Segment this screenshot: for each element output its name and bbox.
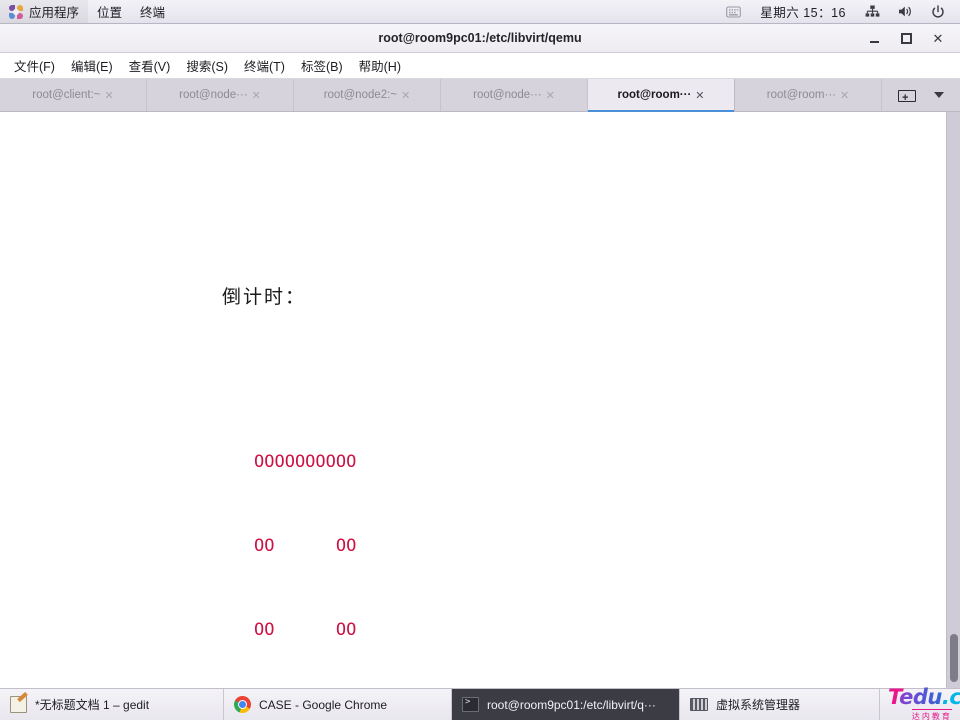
taskbar-item-virt-manager[interactable]: 虚拟系统管理器 <box>680 689 880 720</box>
window-controls: ✕ <box>866 30 960 46</box>
new-tab-icon[interactable] <box>898 88 914 102</box>
system-tray: 星期六 15：16 <box>717 0 960 23</box>
tab-close-icon[interactable]: ✕ <box>546 89 555 102</box>
ascii-art-row: OOOOOOOOOO <box>2 448 946 476</box>
places-menu-label: 位置 <box>97 2 122 21</box>
places-menu[interactable]: 位置 <box>88 0 131 23</box>
taskbar-item-label: root@room9pc01:/etc/libvirt/q··· <box>487 698 656 712</box>
taskbar-item-label: CASE - Google Chrome <box>259 698 387 712</box>
applications-menu[interactable]: 应用程序 <box>0 0 88 23</box>
tab-root-room-active[interactable]: root@room··· ✕ <box>588 79 735 111</box>
minimize-button[interactable] <box>866 30 882 46</box>
tab-close-icon[interactable]: ✕ <box>252 89 261 102</box>
menu-search[interactable]: 搜索(S) <box>178 54 236 77</box>
taskbar-item-terminal[interactable]: root@room9pc01:/etc/libvirt/q··· <box>452 689 680 720</box>
logo-t: T <box>888 685 899 709</box>
countdown-label: 倒计时： <box>2 282 946 312</box>
tab-root-client[interactable]: root@client:~ ✕ <box>0 79 147 111</box>
applications-menu-label: 应用程序 <box>29 2 79 21</box>
clock[interactable]: 星期六 15：16 <box>750 0 856 23</box>
tab-label: root@room··· <box>767 89 836 101</box>
taskbar-item-label: 虚拟系统管理器 <box>716 696 800 713</box>
taskbar: *无标题文档 1 – gedit CASE - Google Chrome ro… <box>0 688 960 720</box>
taskbar-item-gedit[interactable]: *无标题文档 1 – gedit <box>0 689 224 720</box>
virt-manager-icon <box>690 698 708 711</box>
menu-edit[interactable]: 编辑(E) <box>63 54 121 77</box>
logo-text: Tedu.cn <box>888 687 960 708</box>
tab-root-node-b[interactable]: root@node··· ✕ <box>441 79 588 111</box>
power-icon[interactable] <box>922 0 954 23</box>
menu-view[interactable]: 查看(V) <box>121 54 179 77</box>
terminal-menu-label: 终端 <box>140 2 165 21</box>
clock-label: 星期六 15：16 <box>760 2 846 21</box>
logo-subtitle: 达内教育 <box>912 709 952 722</box>
tab-label: root@node··· <box>473 89 542 101</box>
scrollbar-thumb[interactable] <box>950 634 958 682</box>
volume-icon[interactable] <box>889 0 922 23</box>
tab-root-node2[interactable]: root@node2:~ ✕ <box>294 79 441 111</box>
keyboard-icon[interactable] <box>717 0 750 23</box>
output-top-spacer <box>2 174 946 226</box>
tab-root-node[interactable]: root@node··· ✕ <box>147 79 294 111</box>
menu-file[interactable]: 文件(F) <box>6 54 63 77</box>
tab-label: root@room··· <box>617 89 691 101</box>
chrome-icon <box>234 696 251 713</box>
logo-edu: edu <box>899 685 942 709</box>
tab-close-icon[interactable]: ✕ <box>840 89 849 102</box>
maximize-button[interactable] <box>898 30 914 46</box>
power-icon-glyph <box>931 5 945 19</box>
tab-close-icon[interactable]: ✕ <box>401 89 410 102</box>
menu-tabs[interactable]: 标签(B) <box>293 54 351 77</box>
output-gap <box>2 368 946 392</box>
terminal-output[interactable]: 倒计时： OOOOOOOOOO OO OO OO OO OO OO OO OO … <box>0 112 946 688</box>
tedu-watermark-logo: Tedu.cn 达内教育 <box>880 689 960 720</box>
tab-root-room-b[interactable]: root@room··· ✕ <box>735 79 882 111</box>
taskbar-item-label: *无标题文档 1 – gedit <box>35 696 149 713</box>
taskbar-item-chrome[interactable]: CASE - Google Chrome <box>224 689 452 720</box>
ascii-art-row: OO OO <box>2 532 946 560</box>
terminal-body[interactable]: 倒计时： OOOOOOOOOO OO OO OO OO OO OO OO OO … <box>0 112 960 688</box>
window-titlebar[interactable]: root@room9pc01:/etc/libvirt/qemu ✕ <box>0 24 960 53</box>
terminal-window: root@room9pc01:/etc/libvirt/qemu ✕ 文件(F)… <box>0 24 960 688</box>
pinwheel-icon <box>9 5 23 19</box>
tab-label: root@client:~ <box>32 89 100 101</box>
menubar: 文件(F) 编辑(E) 查看(V) 搜索(S) 终端(T) 标签(B) 帮助(H… <box>0 53 960 79</box>
window-title: root@room9pc01:/etc/libvirt/qemu <box>0 31 960 45</box>
tab-label: root@node··· <box>179 89 248 101</box>
tab-label: root@node2:~ <box>324 89 397 101</box>
tab-close-icon[interactable]: ✕ <box>105 89 114 102</box>
logo-cn: .cn <box>942 685 960 709</box>
gedit-icon <box>10 696 27 713</box>
close-button[interactable]: ✕ <box>930 30 946 46</box>
network-icon-glyph <box>865 5 880 18</box>
ascii-art-row: OO OO <box>2 616 946 644</box>
gnome-top-panel: 应用程序 位置 终端 星期六 15：16 <box>0 0 960 24</box>
keyboard-icon-glyph <box>726 6 741 18</box>
tab-close-icon[interactable]: ✕ <box>695 89 704 102</box>
chevron-down-icon[interactable] <box>934 92 944 98</box>
top-panel-left: 应用程序 位置 终端 <box>0 0 174 23</box>
tab-bar: root@client:~ ✕ root@node··· ✕ root@node… <box>0 79 960 112</box>
terminal-icon <box>462 697 479 712</box>
menu-help[interactable]: 帮助(H) <box>351 54 409 77</box>
terminal-scrollbar[interactable] <box>946 112 960 688</box>
tab-bar-tools <box>882 79 960 111</box>
volume-icon-glyph <box>898 5 913 18</box>
terminal-menu[interactable]: 终端 <box>131 0 174 23</box>
menu-terminal[interactable]: 终端(T) <box>236 54 293 77</box>
network-icon[interactable] <box>856 0 889 23</box>
